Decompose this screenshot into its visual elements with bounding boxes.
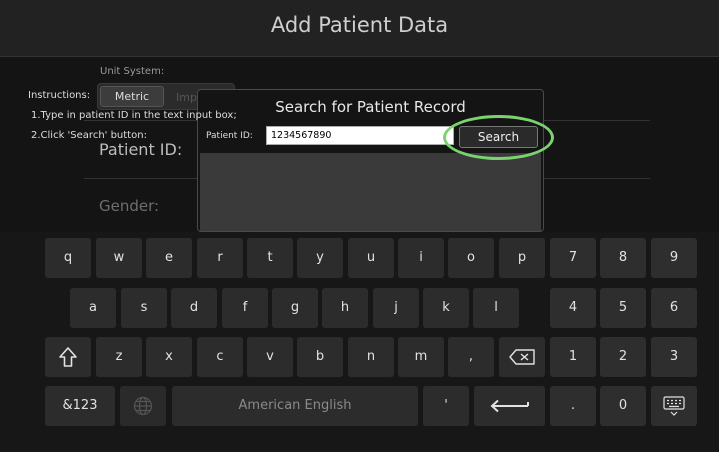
- instructions-title: Instructions:: [28, 90, 91, 101]
- top-bar: Add Patient Data: [0, 0, 719, 57]
- key-6[interactable]: 6: [651, 288, 697, 328]
- search-patient-dialog: Search for Patient Record Patient ID: 12…: [197, 89, 544, 232]
- instructions-panel: [200, 153, 541, 231]
- key-c[interactable]: c: [197, 337, 243, 377]
- search-button-highlight: [443, 115, 554, 160]
- key-s[interactable]: s: [121, 288, 167, 328]
- gender-label: Gender:: [99, 197, 160, 215]
- unit-system-label: Unit System:: [100, 66, 165, 77]
- key-n[interactable]: n: [348, 337, 394, 377]
- key-3[interactable]: 3: [651, 337, 697, 377]
- key-8[interactable]: 8: [600, 238, 646, 278]
- key-w[interactable]: w: [96, 238, 142, 278]
- key-4[interactable]: 4: [550, 288, 596, 328]
- key-period[interactable]: .: [550, 386, 596, 426]
- key-i[interactable]: i: [398, 238, 444, 278]
- enter-key[interactable]: [474, 386, 545, 426]
- key-9[interactable]: 9: [651, 238, 697, 278]
- dialog-title: Search for Patient Record: [275, 98, 466, 116]
- globe-icon: [133, 396, 153, 415]
- key-k[interactable]: k: [423, 288, 469, 328]
- key-o[interactable]: o: [448, 238, 494, 278]
- dialog-patient-id-label: Patient ID:: [206, 131, 253, 141]
- key-b[interactable]: b: [297, 337, 343, 377]
- key-h[interactable]: h: [322, 288, 368, 328]
- key-r[interactable]: r: [197, 238, 243, 278]
- key-a[interactable]: a: [70, 288, 116, 328]
- enter-arrow-icon: [490, 399, 529, 412]
- key-j[interactable]: j: [373, 288, 419, 328]
- key-comma[interactable]: ,: [448, 337, 494, 377]
- key-q[interactable]: q: [45, 238, 91, 278]
- key-p[interactable]: p: [499, 238, 545, 278]
- key-7[interactable]: 7: [550, 238, 596, 278]
- key-0[interactable]: 0: [600, 386, 646, 426]
- key-5[interactable]: 5: [600, 288, 646, 328]
- unit-imperial-option[interactable]: Imp: [176, 91, 197, 104]
- key-g[interactable]: g: [272, 288, 318, 328]
- key-u[interactable]: u: [348, 238, 394, 278]
- backspace-key[interactable]: [499, 337, 545, 377]
- on-screen-keyboard: q w e r t y u i o p 7 8 9 a s d f g h j …: [0, 232, 719, 452]
- backspace-icon: [509, 348, 535, 365]
- key-l[interactable]: l: [473, 288, 519, 328]
- key-d[interactable]: d: [171, 288, 217, 328]
- key-v[interactable]: v: [247, 337, 293, 377]
- instruction-step-1: 1.Type in patient ID in the text input b…: [31, 110, 237, 121]
- space-bar[interactable]: American English: [172, 386, 418, 426]
- key-z[interactable]: z: [96, 337, 142, 377]
- key-e[interactable]: e: [146, 238, 192, 278]
- key-x[interactable]: x: [146, 337, 192, 377]
- key-2[interactable]: 2: [600, 337, 646, 377]
- shift-key[interactable]: [45, 337, 91, 377]
- symbols-mode-key[interactable]: &123: [45, 386, 115, 426]
- shift-icon: [59, 346, 77, 367]
- instruction-step-2: 2.Click 'Search' button:: [31, 130, 147, 141]
- hide-keyboard-key[interactable]: [651, 386, 697, 426]
- patient-id-label: Patient ID:: [99, 140, 183, 159]
- key-t[interactable]: t: [247, 238, 293, 278]
- unit-metric-option[interactable]: Metric: [100, 86, 164, 107]
- key-1[interactable]: 1: [550, 337, 596, 377]
- keyboard-icon: [663, 395, 685, 416]
- key-y[interactable]: y: [297, 238, 343, 278]
- page-title: Add Patient Data: [270, 13, 449, 37]
- key-f[interactable]: f: [222, 288, 268, 328]
- patient-id-input[interactable]: 1234567890: [266, 126, 454, 145]
- key-m[interactable]: m: [398, 337, 444, 377]
- key-apostrophe[interactable]: ': [423, 386, 469, 426]
- language-key[interactable]: [120, 386, 166, 426]
